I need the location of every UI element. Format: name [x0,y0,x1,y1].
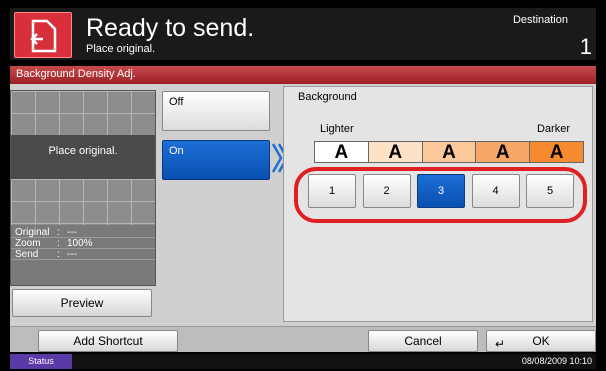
density-sample: A [422,142,477,163]
info-key: Send [15,249,39,260]
page-title: Ready to send. [86,14,255,42]
info-row-original: Original : --- [11,227,155,238]
preview-info: Original : --- Zoom : 100% Send : --- [11,227,155,260]
density-sample: A [368,142,423,163]
level-5-button[interactable]: 5 [526,174,574,208]
destination-label: Destination [512,14,568,26]
off-button[interactable]: Off [162,91,270,131]
density-sample: A [530,142,583,163]
info-row-send: Send : --- [11,249,155,260]
density-levels: 1 2 3 4 5 [308,174,574,214]
ok-label: OK [532,334,550,348]
density-samples: A A A A A [314,141,584,163]
lighter-label: Lighter [320,123,354,135]
info-value: --- [67,227,77,238]
document-send-icon [30,19,57,53]
preview-button[interactable]: Preview [12,289,152,317]
status-button[interactable]: Status [10,354,72,369]
info-key: Zoom [15,238,41,249]
background-title: Background [298,91,357,103]
info-sep: : [57,227,60,238]
darker-label: Darker [536,123,570,135]
enter-icon: ↵ [495,337,506,351]
level-3-button[interactable]: 3 [417,174,465,208]
screen: Ready to send. Place original. Destinati… [0,0,606,371]
send-icon-button[interactable] [14,12,72,58]
info-value: 100% [67,238,93,249]
add-shortcut-button[interactable]: Add Shortcut [38,330,178,352]
preview-area: Place original. Original : --- Zoom : 10… [10,90,156,286]
header: Ready to send. Place original. Destinati… [10,8,596,60]
preview-message: Place original. [48,145,118,157]
cancel-button[interactable]: Cancel [368,330,478,352]
density-sample: A [476,142,531,163]
status-bar: Status 08/08/2009 10:10 [10,354,596,369]
info-sep: : [57,249,60,260]
page-subtitle: Place original. [86,43,156,55]
datetime: 08/08/2009 10:10 [521,356,592,366]
level-1-button[interactable]: 1 [308,174,356,208]
info-row-zoom: Zoom : 100% [11,238,155,249]
background-box: Background Lighter Darker A A A A A 1 2 … [283,86,593,322]
level-4-button[interactable]: 4 [471,174,520,208]
destination-count: 1 [579,34,592,59]
level-2-button[interactable]: 2 [362,174,411,208]
panel-title: Background Density Adj. [10,66,596,84]
info-key: Original [15,227,50,238]
on-button[interactable]: On [162,140,270,180]
info-sep: : [57,238,60,249]
bottom-bar: Add Shortcut Cancel ↵ OK [10,326,596,352]
preview-message-band [11,135,155,179]
density-sample: A [315,142,369,163]
ok-button[interactable]: ↵ OK [486,330,596,352]
info-value: --- [67,249,77,260]
